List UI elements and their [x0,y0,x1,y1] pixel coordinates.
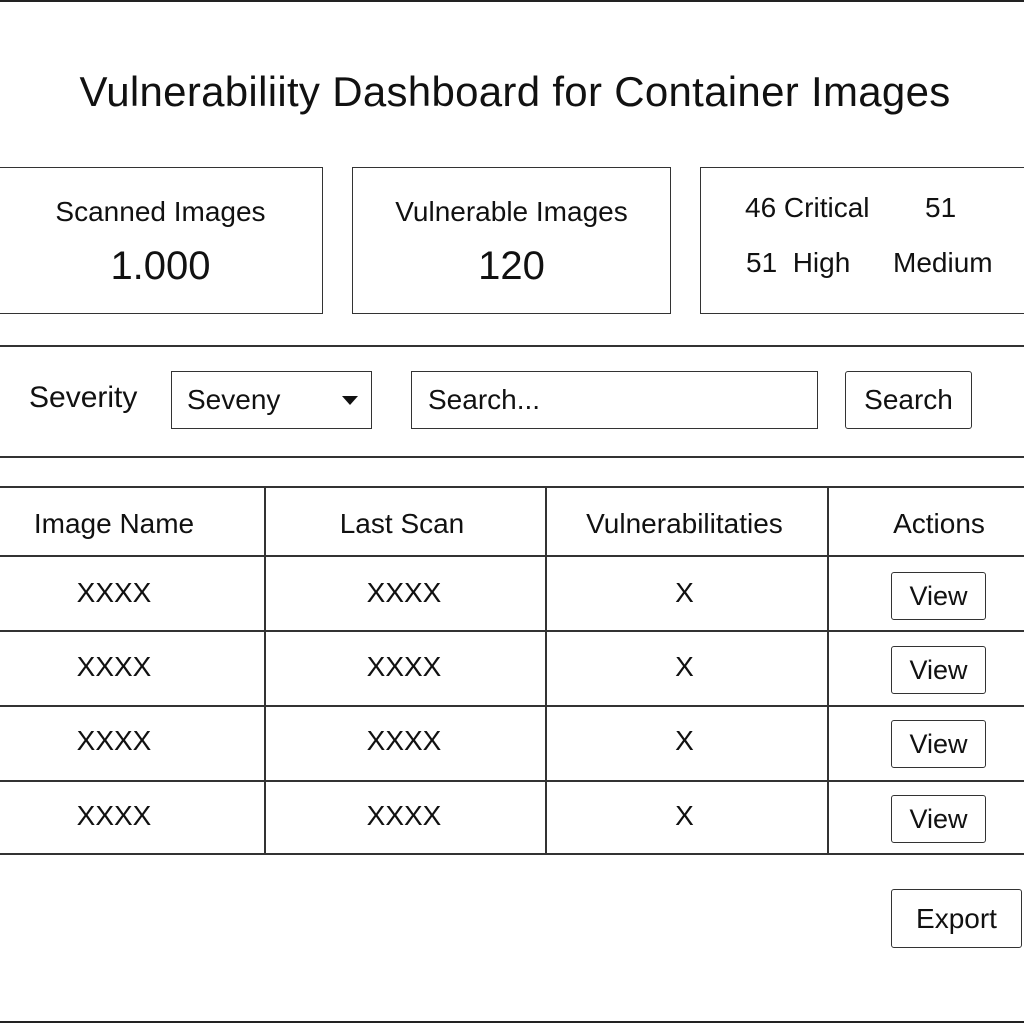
search-button[interactable]: Search [845,371,972,429]
scanned-images-count: 1.000 [110,244,211,288]
view-button[interactable]: View [891,572,986,620]
view-button[interactable]: View [891,795,986,843]
cell-vulnerabilities: X [675,725,694,756]
cell-vulnerabilities: X [675,800,694,831]
severity-breakdown-card: 46 Critical 51 51 High Medium [700,167,1024,314]
cell-vulnerabilities: X [675,651,694,682]
frame-bottom-border [0,1021,1024,1023]
scanned-images-card: Scanned Images 1.000 [0,167,323,314]
images-table: Image Name Last Scan Vulnerabilitaties A… [0,486,1024,855]
table-border-top [0,486,1024,488]
table-row-divider [0,630,1024,632]
caret-down-icon [342,396,358,405]
column-header-image-name: Image Name [33,508,195,539]
vulnerable-images-label: Vulnerable Images [395,196,628,227]
filter-bar-top-divider [0,345,1024,347]
cell-image-name: XXXX [76,651,152,682]
medium-label: Medium [893,247,993,278]
column-header-last-scan: Last Scan [339,508,465,539]
severity-dropdown[interactable]: Seveny [171,371,372,429]
column-header-actions: Actions [893,508,985,539]
table-row-divider [0,705,1024,707]
export-button[interactable]: Export [891,889,1022,948]
cell-image-name: XXXX [76,800,152,831]
cell-last-scan: XXXX [366,800,442,831]
cell-vulnerabilities: X [675,577,694,608]
scanned-images-label: Scanned Images [55,196,266,227]
cell-image-name: XXXX [76,725,152,756]
filter-bar-bottom-divider [0,456,1024,458]
view-button[interactable]: View [891,646,986,694]
severity-dropdown-value: Seveny [187,384,281,415]
page-title: Vulnerabiliity Dashboard for Container I… [79,68,951,115]
vulnerable-images-count: 120 [478,244,545,288]
severity-filter-label: Severity [29,381,138,414]
cell-last-scan: XXXX [366,651,442,682]
vulnerable-images-card: Vulnerable Images 120 [352,167,671,314]
cell-image-name: XXXX [76,577,152,608]
column-header-vulnerabilities: Vulnerabilitaties [586,508,783,539]
search-input[interactable] [411,371,818,429]
table-border-bottom [0,853,1024,855]
frame-top-border [0,0,1024,2]
cell-last-scan: XXXX [366,577,442,608]
table-row-divider [0,780,1024,782]
medium-count: 51 [925,192,957,223]
cell-last-scan: XXXX [366,725,442,756]
high-count: 51 High [746,247,851,278]
table-header-divider [0,555,1024,557]
view-button[interactable]: View [891,720,986,768]
table-column-divider [827,486,829,855]
critical-count: 46 Critical [745,192,870,223]
